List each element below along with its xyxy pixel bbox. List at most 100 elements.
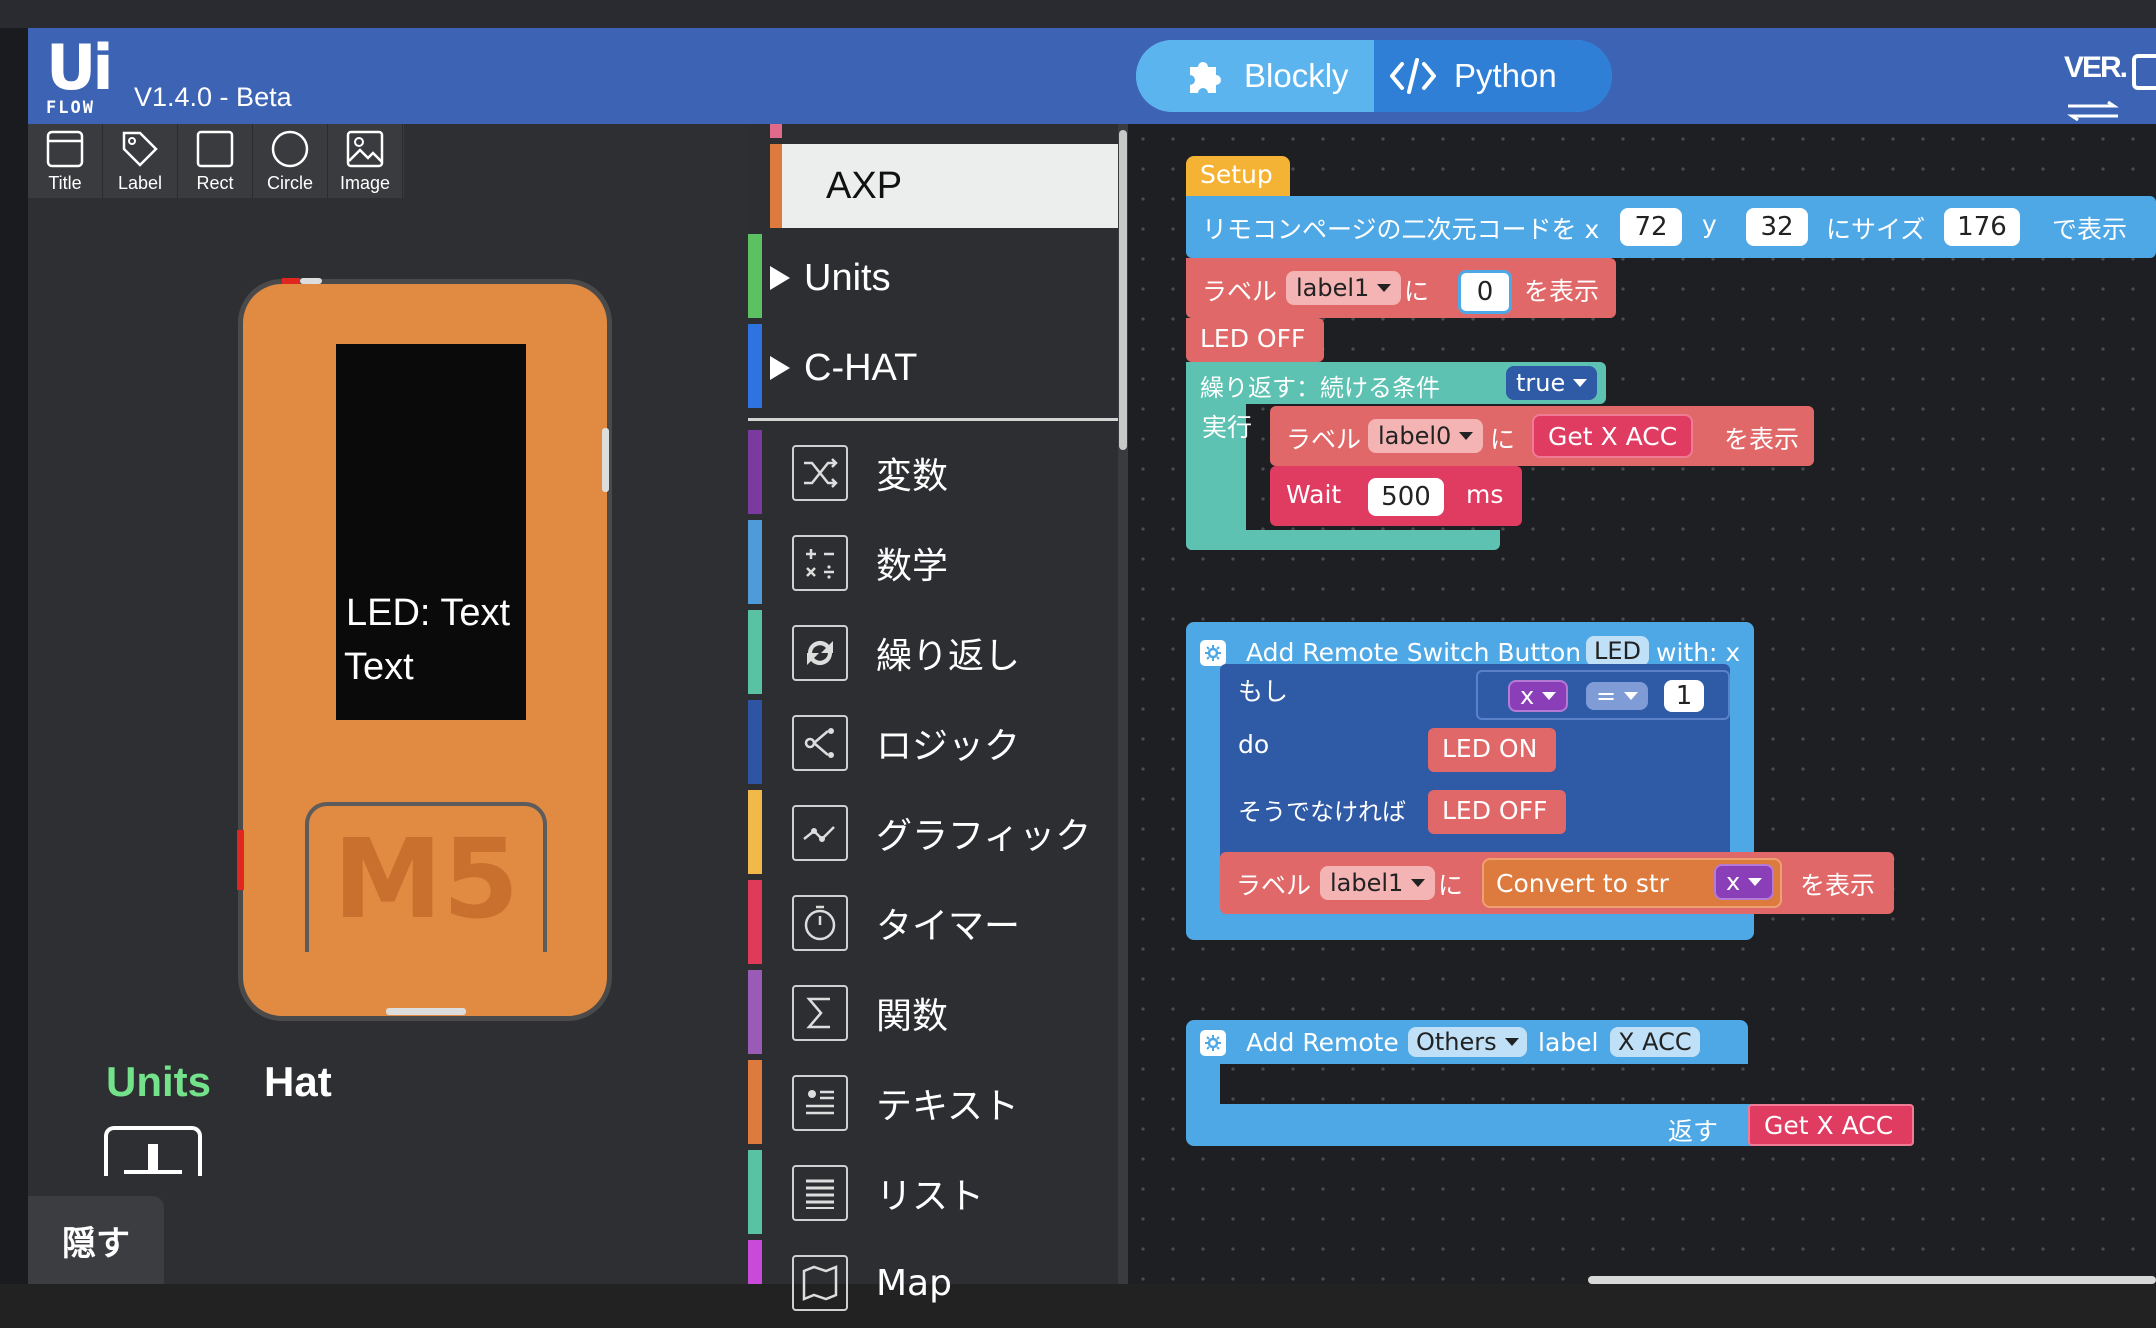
var-x-block[interactable]: x [1508, 680, 1569, 712]
get-x-acc-block[interactable]: Get X ACC [1532, 414, 1694, 458]
qr-size-label: にサイズ [1826, 215, 1926, 244]
category-label: Map [876, 1262, 952, 1304]
tool-label[interactable]: Label [103, 124, 178, 198]
label-name-dropdown[interactable]: label1 [1320, 866, 1436, 900]
var-x-block[interactable]: x [1714, 864, 1775, 900]
tab-hat[interactable]: Hat [264, 1058, 332, 1106]
category-label: 繰り返し [876, 636, 1021, 677]
switch-name-field[interactable]: LED [1586, 636, 1650, 666]
label-ni: に [1490, 425, 1516, 454]
wait-label: Wait [1286, 480, 1342, 509]
label-set-block[interactable]: ラベル label1 に 0 を表示 [1186, 258, 1616, 318]
tool-title[interactable]: Title [28, 124, 103, 198]
label-name-dropdown[interactable]: label1 [1286, 271, 1402, 305]
code-icon [1390, 58, 1436, 94]
panel-toggle-icon[interactable] [2132, 54, 2156, 98]
get-x-acc-label: Get X ACC [1548, 421, 1678, 451]
led-off-block[interactable]: LED OFF [1428, 790, 1566, 834]
category-scroll-thumb[interactable] [1119, 130, 1127, 450]
others-type-dropdown[interactable]: Others [1408, 1027, 1527, 1057]
category-timer[interactable]: タイマー [762, 878, 1118, 968]
category-label: タイマー [876, 906, 1021, 947]
category-units[interactable]: Units [762, 234, 1118, 322]
gear-icon[interactable] [1200, 640, 1226, 666]
label-prefix: ラベル [1286, 425, 1362, 454]
device-ir-led [282, 278, 300, 284]
category-functions[interactable]: 関数 [762, 968, 1118, 1058]
others-return-row[interactable]: 返す [1186, 1104, 1794, 1146]
m5stick-device-preview: LED: Text Text M5 [238, 279, 612, 1021]
category-bar [748, 1150, 762, 1234]
while-loop-block[interactable]: 繰り返す：続ける条件 true [1186, 362, 1606, 404]
screen-label-text[interactable]: Text [344, 646, 414, 689]
remote-others-block[interactable]: Add Remote Others label X ACC [1186, 1020, 1748, 1064]
tool-label-label: Label [117, 173, 163, 193]
device-m5-button: M5 [305, 802, 547, 952]
wait-block[interactable]: Wait 500 ms [1270, 466, 1522, 526]
gear-icon[interactable] [1200, 1030, 1226, 1056]
led-on-block[interactable]: LED ON [1428, 728, 1556, 772]
inner-label-block[interactable]: ラベル label0 に Get X ACC を表示 [1270, 406, 1814, 466]
blockly-mode-button[interactable]: Blockly [1136, 40, 1374, 112]
workspace-horizontal-scrollbar[interactable] [1588, 1276, 2156, 1284]
compare-value-input[interactable]: 1 [1664, 680, 1704, 712]
compare-block[interactable]: x = 1 [1476, 670, 1730, 720]
category-math[interactable]: 数学 [762, 518, 1118, 608]
tab-units[interactable]: Units [106, 1058, 211, 1106]
category-graphics[interactable]: グラフィック [762, 788, 1118, 878]
device-screen[interactable]: LED: Text Text [336, 344, 526, 720]
switch-title: Add Remote Switch Button [1246, 638, 1582, 667]
label-convert-block[interactable]: ラベル label1 に Convert to str x を表示 [1220, 852, 1894, 914]
label-name-dropdown[interactable]: label0 [1368, 419, 1484, 453]
category-text[interactable]: テキスト [762, 1058, 1118, 1148]
exec-label: 実行 [1202, 413, 1253, 442]
qr-y-input[interactable]: 32 [1746, 208, 1808, 246]
wait-value-input[interactable]: 500 [1368, 478, 1444, 516]
screen-label-led[interactable]: LED: Text [346, 592, 510, 635]
tool-title-label: Title [48, 173, 82, 193]
label-ni: に [1404, 277, 1430, 306]
qr-size-input[interactable]: 176 [1944, 208, 2020, 246]
device-side-button-right [602, 428, 609, 492]
category-map[interactable]: Map [762, 1238, 1118, 1328]
led-off-block[interactable]: LED OFF [1186, 318, 1324, 362]
category-c-hat[interactable]: C-HAT [762, 324, 1118, 412]
list-icon [792, 1165, 848, 1221]
window-left-edge [0, 28, 28, 1284]
text-icon [792, 1075, 848, 1131]
category-axp-bar [770, 144, 782, 228]
others-title: Add Remote [1246, 1028, 1399, 1057]
category-logic[interactable]: ロジック [762, 698, 1118, 788]
others-label-field[interactable]: X ACC [1610, 1027, 1700, 1057]
operator-dropdown[interactable]: = [1586, 682, 1649, 710]
qr-code-block[interactable]: リモコンページの二次元コードを x 72 y 32 にサイズ 176 で表示 [1186, 196, 2156, 258]
category-label: 関数 [876, 996, 949, 1037]
chevron-down-icon [1573, 379, 1588, 387]
setup-hat-block[interactable]: Setup [1186, 156, 1290, 196]
category-bar [748, 970, 762, 1054]
tool-image[interactable]: Image [328, 124, 403, 198]
qr-x-input[interactable]: 72 [1620, 208, 1682, 246]
category-loops[interactable]: 繰り返し [762, 608, 1118, 698]
tool-circle[interactable]: Circle [253, 124, 328, 198]
hide-button[interactable]: 隠す [28, 1196, 164, 1284]
version-switch-icon[interactable]: VER. [2064, 46, 2128, 122]
category-variables[interactable]: 変数 [762, 428, 1118, 518]
category-label: リスト [876, 1176, 985, 1217]
unit-add-slot[interactable] [104, 1126, 202, 1176]
chevron-down-icon [1411, 879, 1426, 887]
var-x-value: x [1520, 682, 1535, 710]
tool-rect[interactable]: Rect [178, 124, 253, 198]
category-label: グラフィック [876, 816, 1092, 857]
switch-name-value: LED [1594, 637, 1642, 665]
get-x-acc-block[interactable]: Get X ACC [1748, 1104, 1914, 1146]
python-mode-button[interactable]: Python [1374, 40, 1612, 112]
category-axp[interactable]: AXP [770, 144, 1118, 228]
python-mode-label: Python [1454, 57, 1557, 94]
loop-icon [792, 625, 848, 681]
label-value-input[interactable]: 0 [1458, 270, 1512, 314]
category-lists[interactable]: リスト [762, 1148, 1118, 1238]
condition-dropdown[interactable]: true [1506, 366, 1598, 400]
map-icon [792, 1255, 848, 1311]
switch-with-label: with: x [1656, 638, 1741, 667]
